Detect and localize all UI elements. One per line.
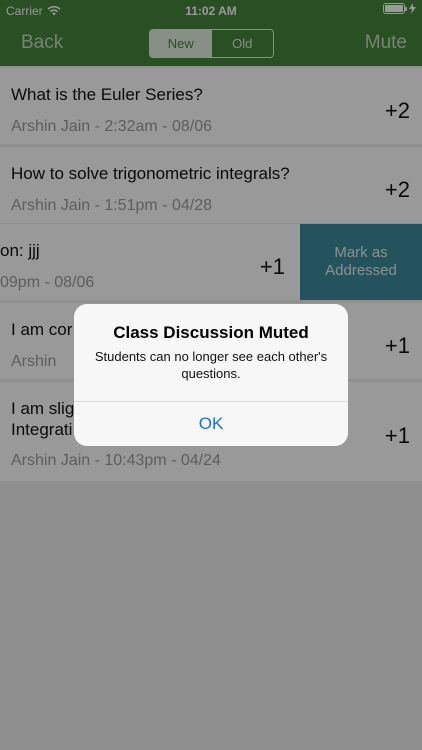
muted-alert-dialog: Class Discussion Muted Students can no l… (74, 304, 348, 446)
alert-message: Students can no longer see each other's … (94, 349, 328, 381)
alert-title: Class Discussion Muted (113, 323, 309, 342)
ok-button[interactable]: OK (74, 402, 348, 446)
